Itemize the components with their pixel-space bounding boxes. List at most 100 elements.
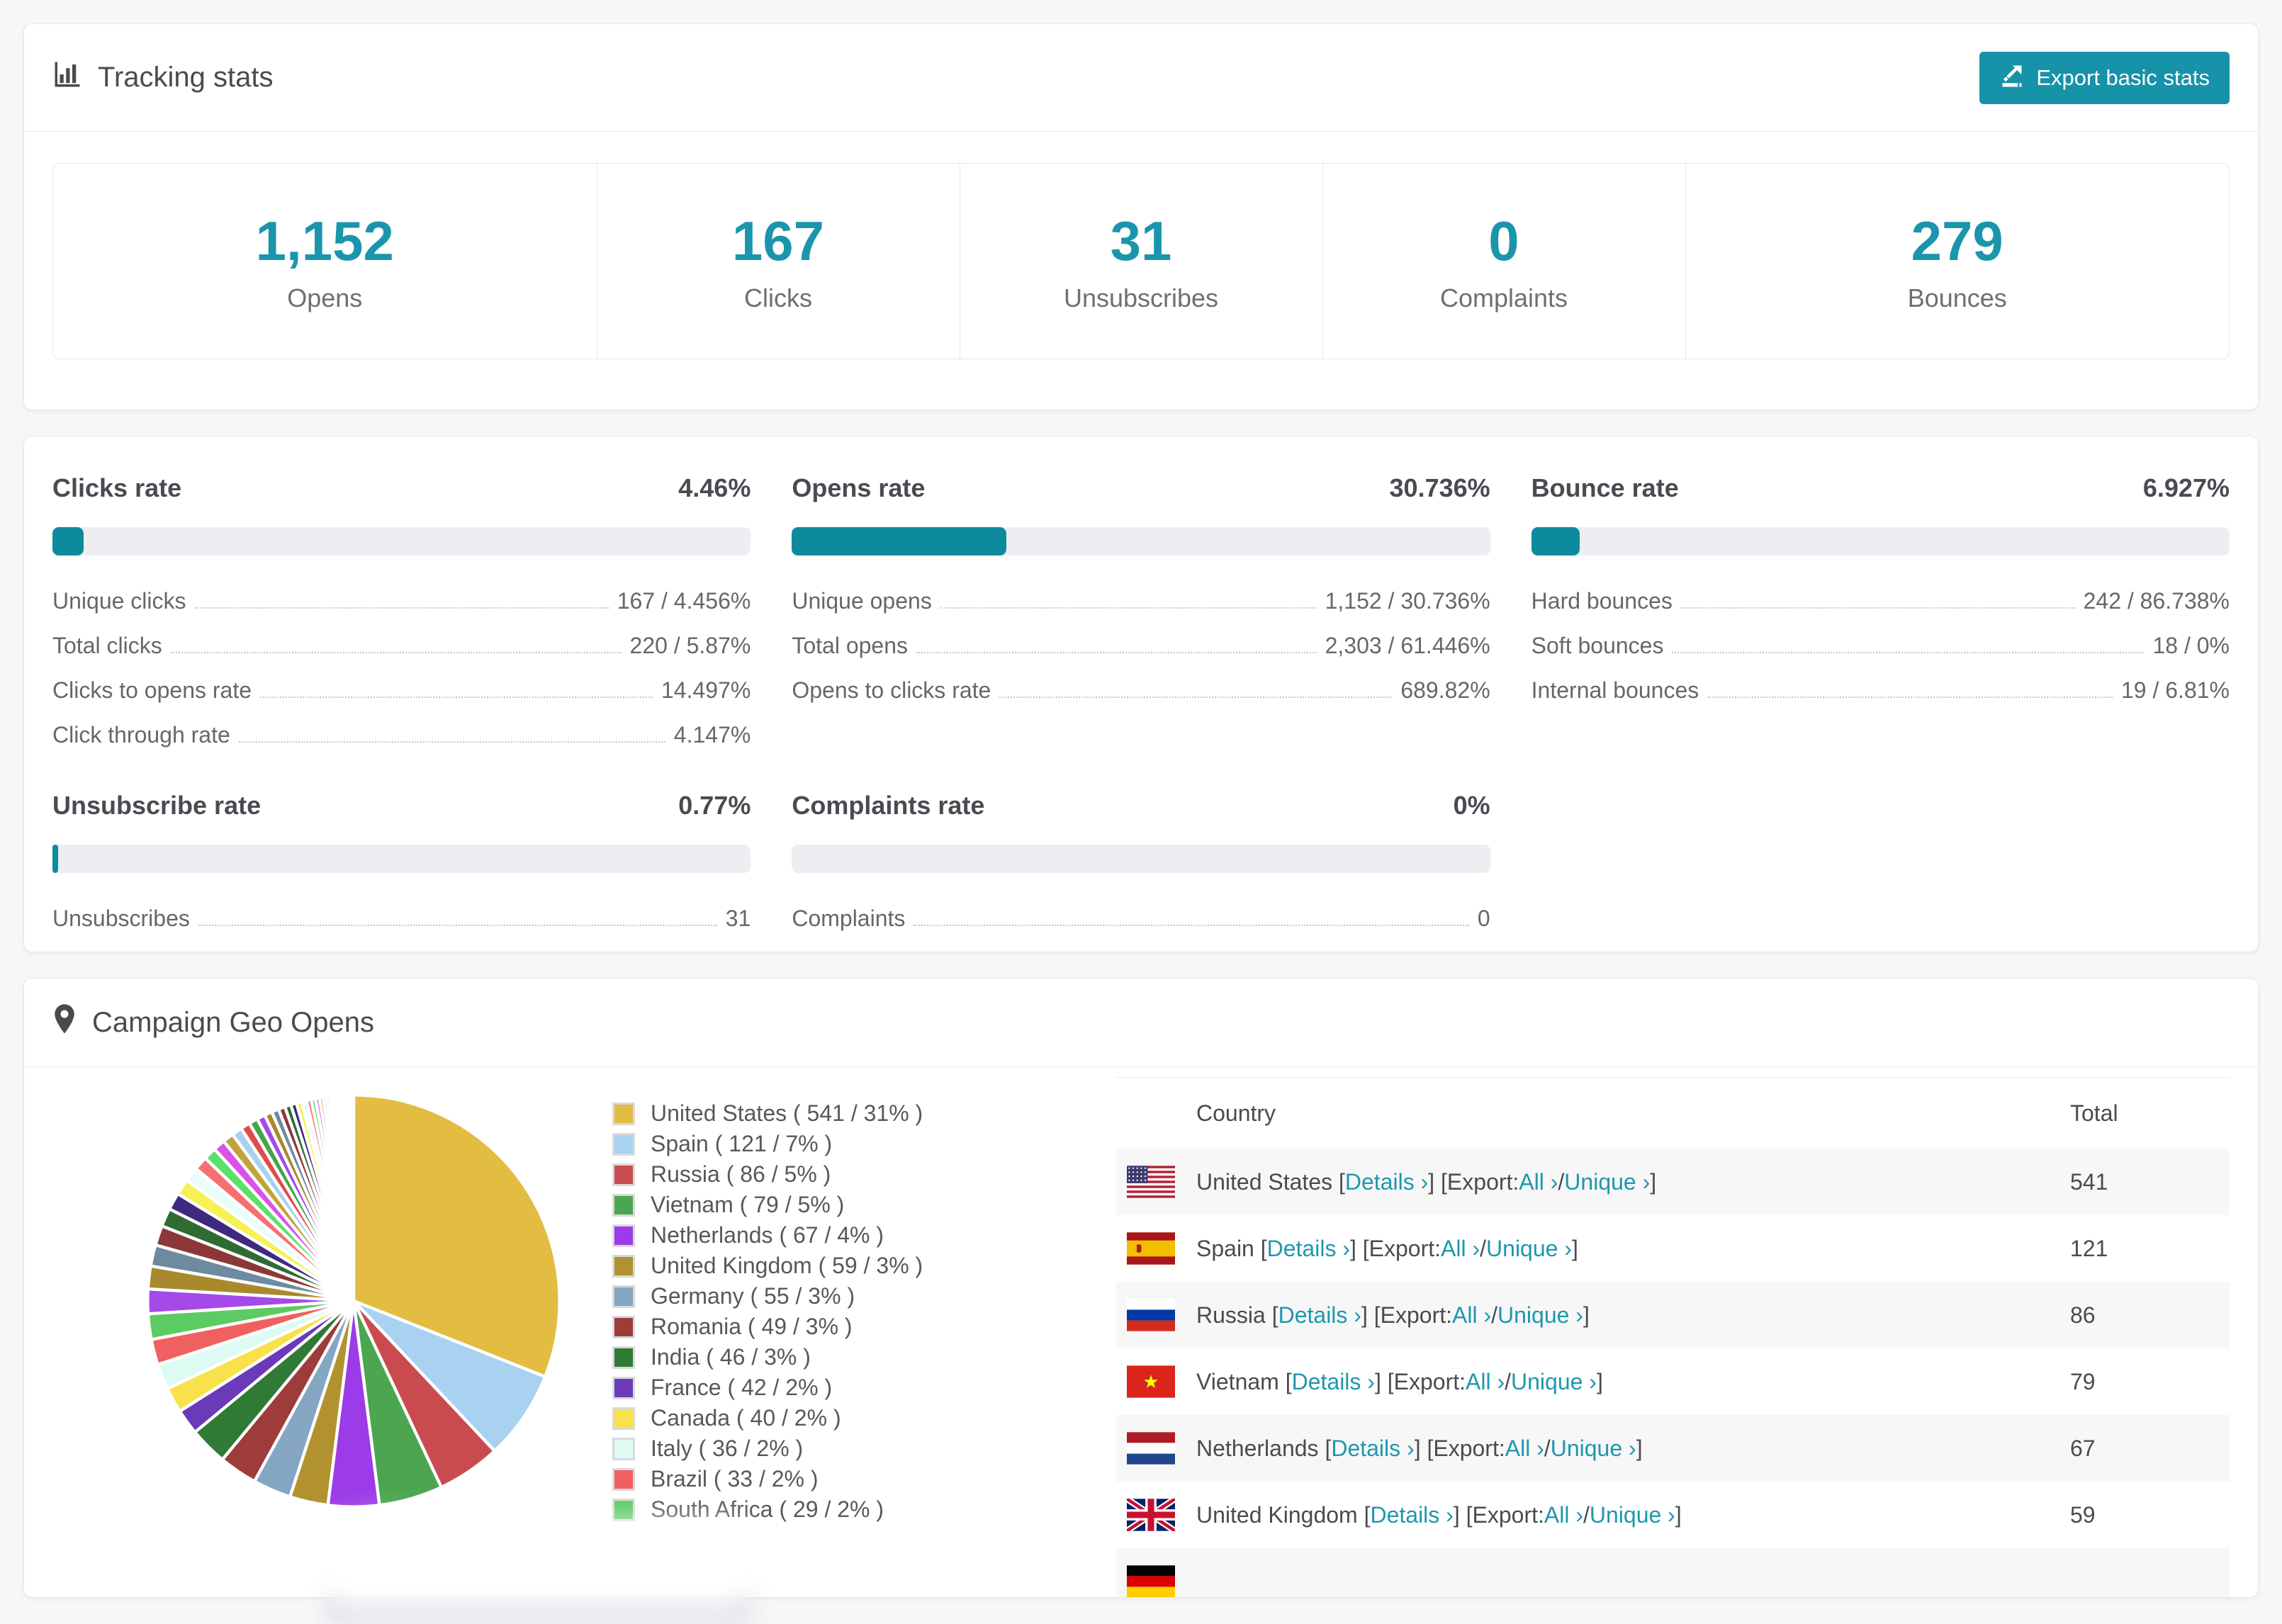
legend-item: Romania ( 49 / 3% ) xyxy=(612,1312,1045,1342)
export-icon xyxy=(1999,62,2036,94)
country-column-header: Country xyxy=(1196,1100,1276,1126)
legend-item: Germany ( 55 / 3% ) xyxy=(612,1281,1045,1312)
rate-detail-label: Unsubscribes xyxy=(52,906,190,931)
export-basic-stats-button[interactable]: Export basic stats xyxy=(1979,51,2230,104)
details-link[interactable]: Details › xyxy=(1370,1502,1453,1528)
legend-swatch xyxy=(612,1254,635,1278)
stats-row: 1,152 Opens 167 Clicks 31 Unsubscribes 0… xyxy=(52,163,2230,359)
export-all-link[interactable]: All › xyxy=(1544,1502,1583,1528)
stat-label: Bounces xyxy=(1907,283,2007,312)
country-name: United States xyxy=(1196,1168,1333,1195)
legend-swatch xyxy=(612,1193,635,1217)
rate-detail-value: 18 / 0% xyxy=(2152,633,2230,658)
export-all-link[interactable]: All › xyxy=(1441,1236,1480,1262)
dotted-leader xyxy=(170,652,622,653)
rate-section: Bounce rate 6.927% Hard bounces 242 / 86… xyxy=(1531,473,2230,748)
rate-detail-value: 242 / 86.738% xyxy=(2083,588,2230,614)
stat-value: 31 xyxy=(1110,210,1172,272)
rate-progress-track xyxy=(792,527,1490,556)
rate-progress-fill xyxy=(792,527,1007,556)
dotted-leader xyxy=(198,925,717,926)
legend-label: Vietnam ( 79 / 5% ) xyxy=(651,1192,845,1217)
details-link[interactable]: Details › xyxy=(1267,1236,1350,1262)
export-all-link[interactable]: All › xyxy=(1452,1302,1491,1329)
legend-item: Italy ( 36 / 2% ) xyxy=(612,1433,1045,1464)
rate-title: Unsubscribe rate xyxy=(52,791,262,820)
legend-item: South Africa ( 29 / 2% ) xyxy=(612,1494,1045,1525)
stat-value: 279 xyxy=(1911,210,2003,272)
rate-detail-value: 4.147% xyxy=(673,722,751,748)
legend-item: Vietnam ( 79 / 5% ) xyxy=(612,1190,1045,1220)
flag-icon-ru xyxy=(1127,1299,1175,1331)
rate-detail-label: Soft bounces xyxy=(1531,633,1664,658)
export-all-link[interactable]: All › xyxy=(1466,1369,1505,1395)
campaign-geo-opens-card: Campaign Geo Opens United States ( 541 /… xyxy=(23,978,2259,1598)
rate-value: 0.77% xyxy=(678,791,751,820)
geo-table: Country Total United States [Details ›] … xyxy=(1115,1077,2230,1597)
tracking-stats-card: Tracking stats Export basic stats 1,152 … xyxy=(23,23,2259,410)
pie-slice-other[interactable] xyxy=(350,1093,356,1302)
flag-icon-nl xyxy=(1127,1432,1175,1465)
geo-title: Campaign Geo Opens xyxy=(92,1006,375,1038)
rate-value: 6.927% xyxy=(2142,473,2230,502)
legend-label: Russia ( 86 / 5% ) xyxy=(651,1161,831,1187)
legend-swatch xyxy=(612,1406,635,1430)
details-link[interactable]: Details › xyxy=(1292,1369,1375,1395)
export-unique-link[interactable]: Unique › xyxy=(1564,1169,1650,1195)
export-all-link[interactable]: All › xyxy=(1519,1169,1558,1195)
export-unique-link[interactable]: Unique › xyxy=(1551,1436,1636,1462)
rate-title: Opens rate xyxy=(792,473,926,502)
rate-progress-track xyxy=(792,845,1490,873)
legend-swatch xyxy=(612,1346,635,1369)
legend-swatch xyxy=(612,1437,635,1460)
geo-table-row: United Kingdom [Details ›] [Export: All … xyxy=(1115,1482,2230,1548)
details-link[interactable]: Details › xyxy=(1331,1436,1414,1462)
geo-table-row: Spain [Details ›] [Export: All › / Uniqu… xyxy=(1115,1215,2230,1282)
rate-detail-value: 0 xyxy=(1477,906,1490,931)
geo-table-header-row: Country Total xyxy=(1115,1078,2230,1149)
rate-progress-track xyxy=(52,845,751,873)
rate-section: Unsubscribe rate 0.77% Unsubscribes 31 xyxy=(52,791,751,932)
details-link[interactable]: Details › xyxy=(1278,1302,1361,1329)
rate-detail-row: Internal bounces 19 / 6.81% xyxy=(1531,677,2230,704)
country-total: 67 xyxy=(2070,1435,2096,1461)
rate-detail-row: Total opens 2,303 / 61.446% xyxy=(792,633,1490,659)
rate-detail-row: Unsubscribes 31 xyxy=(52,906,751,932)
legend-item: United Kingdom ( 59 / 3% ) xyxy=(612,1251,1045,1281)
export-unique-link[interactable]: Unique › xyxy=(1511,1369,1597,1395)
rate-detail-value: 1,152 / 30.736% xyxy=(1325,588,1490,614)
rate-detail-row: Unique opens 1,152 / 30.736% xyxy=(792,588,1490,614)
country-total: 121 xyxy=(2070,1235,2108,1261)
legend-label: France ( 42 / 2% ) xyxy=(651,1375,833,1400)
stat-box: 31 Unsubscribes xyxy=(959,164,1322,359)
export-unique-link[interactable]: Unique › xyxy=(1486,1236,1572,1262)
dotted-leader xyxy=(914,925,1469,926)
legend-swatch xyxy=(612,1467,635,1491)
rate-detail-value: 167 / 4.456% xyxy=(617,588,751,614)
country-name: Russia xyxy=(1196,1302,1266,1328)
rate-title: Bounce rate xyxy=(1531,473,1679,502)
rate-progress-fill xyxy=(52,527,84,556)
rate-detail-label: Clicks to opens rate xyxy=(52,677,252,703)
rate-detail-value: 31 xyxy=(725,906,751,931)
export-unique-link[interactable]: Unique › xyxy=(1497,1302,1583,1329)
country-name: Spain xyxy=(1196,1235,1254,1261)
legend-swatch xyxy=(612,1163,635,1186)
dotted-leader xyxy=(940,607,1317,609)
dotted-leader xyxy=(260,697,653,698)
flag-icon-es xyxy=(1127,1232,1175,1265)
dotted-leader xyxy=(916,652,1317,653)
details-link[interactable]: Details › xyxy=(1345,1169,1428,1195)
stat-box: 279 Bounces xyxy=(1685,164,2230,359)
geo-table-row: Netherlands [Details ›] [Export: All › /… xyxy=(1115,1415,2230,1482)
legend-label: Germany ( 55 / 3% ) xyxy=(651,1283,855,1309)
geo-pie-chart[interactable] xyxy=(52,1077,612,1597)
stat-value: 167 xyxy=(731,210,825,272)
export-unique-link[interactable]: Unique › xyxy=(1590,1502,1675,1528)
stat-label: Clicks xyxy=(744,283,812,312)
stat-value: 1,152 xyxy=(255,210,394,272)
rate-detail-row: Complaints 0 xyxy=(792,906,1490,932)
export-all-link[interactable]: All › xyxy=(1505,1436,1544,1462)
rate-detail-row: Clicks to opens rate 14.497% xyxy=(52,677,751,704)
country-name: Netherlands xyxy=(1196,1435,1319,1461)
